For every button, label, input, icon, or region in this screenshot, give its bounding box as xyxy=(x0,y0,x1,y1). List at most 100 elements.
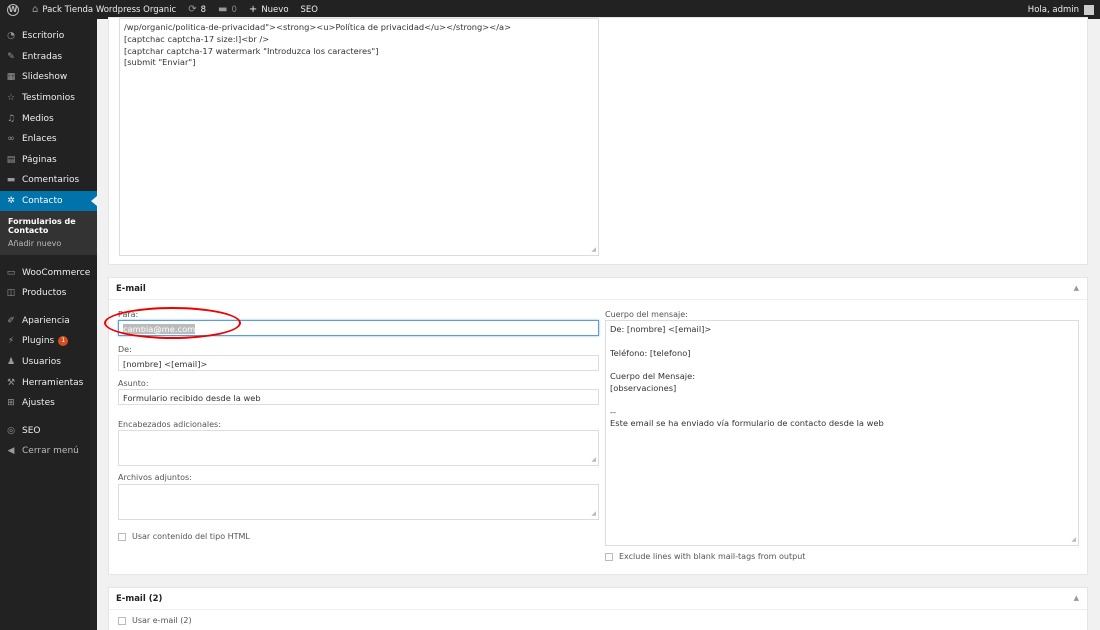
body-line: Teléfono: [telefono] xyxy=(610,347,691,358)
email2-box: E-mail (2) ▲ Usar e-mail (2) xyxy=(108,587,1088,630)
site-name: Pack Tienda Wordpress Organic xyxy=(42,4,177,15)
sidebar-item-herramientas[interactable]: ⚒ Herramientas xyxy=(0,372,97,393)
comment-icon: ▬ xyxy=(218,4,228,15)
sidebar-item-label: Contacto xyxy=(22,196,63,207)
email-title: E-mail xyxy=(116,283,146,294)
email2-box-title[interactable]: E-mail (2) ▲ xyxy=(109,588,1087,610)
collapse-arrow-icon[interactable]: ▲ xyxy=(1074,594,1079,602)
sidebar-item-label: Usuarios xyxy=(22,357,61,368)
subject-label: Asunto: xyxy=(118,379,149,388)
sidebar-item-label: Productos xyxy=(22,288,67,299)
update-count-badge: 1 xyxy=(58,336,69,347)
sidebar-item-medios[interactable]: ♫ Medios xyxy=(0,108,97,129)
sidebar-item-label: SEO xyxy=(22,425,41,436)
sidebar-item-seo[interactable]: ◎ SEO xyxy=(0,421,97,442)
sidebar-item-cerrar-menú[interactable]: ◀ Cerrar menú xyxy=(0,441,97,462)
plus-icon: + xyxy=(248,4,258,15)
brush-icon: ✐ xyxy=(7,315,15,326)
body-line xyxy=(610,359,1074,371)
resize-grip-icon[interactable]: ◢ xyxy=(1071,536,1076,543)
sidebar-item-label: Testimonios xyxy=(22,93,75,104)
resize-grip-icon[interactable]: ◢ xyxy=(591,510,596,517)
resize-grip-icon[interactable]: ◢ xyxy=(591,246,596,253)
html-content-checkbox[interactable]: Usar contenido del tipo HTML xyxy=(118,532,250,541)
collapse-icon: ◀ xyxy=(7,446,15,457)
body-line xyxy=(610,395,1074,407)
html-content-label: Usar contenido del tipo HTML xyxy=(132,532,250,541)
comments-count: 0 xyxy=(231,4,237,15)
sidebar-item-slideshow[interactable]: ▦ Slideshow xyxy=(0,67,97,88)
sidebar-item-label: Cerrar menú xyxy=(22,446,79,457)
checkbox-box[interactable] xyxy=(605,552,613,561)
checkbox-box[interactable] xyxy=(118,616,126,625)
sidebar-item-productos[interactable]: ◫ Productos xyxy=(0,283,97,304)
sidebar-item-entradas[interactable]: ✎ Entradas xyxy=(0,47,97,68)
body-textarea[interactable]: De: [nombre] <[email]> Teléfono: [telefo… xyxy=(605,320,1079,546)
checkbox-box[interactable] xyxy=(118,532,126,541)
collapse-arrow-icon[interactable]: ▲ xyxy=(1074,284,1079,292)
resize-grip-icon[interactable]: ◢ xyxy=(591,456,596,463)
attachments-label: Archivos adjuntos: xyxy=(118,473,192,482)
slideshow-icon: ▦ xyxy=(6,72,16,83)
body-line: De: [nombre] <[email]> xyxy=(610,324,712,334)
sidebar-item-usuarios[interactable]: ♟ Usuarios xyxy=(0,352,97,373)
form-code-textarea[interactable]: /wp/organic/politica-de-privacidad"><str… xyxy=(119,18,599,256)
gear-icon: ✲ xyxy=(7,196,15,207)
subject-field[interactable]: Formulario recibido desde la web xyxy=(118,389,599,405)
sidebar-item-label: Slideshow xyxy=(22,72,68,83)
body-line: -- xyxy=(610,406,616,417)
email-box: E-mail ▲ Para: cambia@me.com De: [nombre… xyxy=(108,277,1088,575)
sidebar-item-ajustes[interactable]: ⊞ Ajustes xyxy=(0,393,97,414)
sidebar-item-label: Herramientas xyxy=(22,377,84,388)
body-line: Este email se ha enviado vía formulario … xyxy=(610,418,884,429)
sidebar-item-label: Escritorio xyxy=(22,31,65,42)
media-icon: ♫ xyxy=(6,113,16,124)
form-code-line: [captchac captcha-17 size:l]<br /> xyxy=(124,33,270,44)
headers-textarea[interactable]: ◢ xyxy=(118,430,599,466)
sidebar-item-label: Medios xyxy=(22,113,54,124)
avatar xyxy=(1084,4,1094,15)
sidebar-item-testimonios[interactable]: ☆ Testimonios xyxy=(0,88,97,109)
form-code-line: /wp/organic/politica-de-privacidad"><str… xyxy=(124,22,512,32)
form-code-line: [captchar captcha-17 watermark "Introduz… xyxy=(124,45,379,56)
sidebar-item-páginas[interactable]: ▤ Páginas xyxy=(0,150,97,171)
products-icon: ◫ xyxy=(6,288,16,299)
sidebar-item-enlaces[interactable]: ∞ Enlaces xyxy=(0,129,97,150)
updates-count: 8 xyxy=(200,4,207,15)
email2-title: E-mail (2) xyxy=(116,593,163,604)
star-icon: ☆ xyxy=(6,93,16,104)
sidebar-item-woocommerce[interactable]: ▭ WooCommerce xyxy=(0,262,97,283)
from-label: De: xyxy=(118,345,132,354)
sidebar-item-contacto[interactable]: ✲ Contacto xyxy=(0,190,97,212)
greeting: Hola, admin xyxy=(1027,4,1079,15)
sidebar-item-label: Plugins xyxy=(22,336,55,347)
sidebar-item-comentarios[interactable]: ▬ Comentarios xyxy=(0,170,97,191)
sidebar-item-label: WooCommerce xyxy=(22,267,91,278)
attachments-textarea[interactable]: ◢ xyxy=(118,484,599,520)
wrench-icon: ⚒ xyxy=(6,377,16,388)
submenu-item-anadir-nuevo[interactable]: Añadir nuevo xyxy=(0,237,97,250)
seo-icon: ◎ xyxy=(7,425,15,436)
exclude-blank-label: Exclude lines with blank mail-tags from … xyxy=(619,552,806,561)
sidebar-item-plugins[interactable]: ⚡ Plugins 1 xyxy=(0,331,97,352)
comments-icon: ▬ xyxy=(6,175,16,186)
sidebar-item-label: Enlaces xyxy=(22,134,57,145)
wordpress-logo-icon[interactable]: W xyxy=(0,0,26,19)
sidebar-item-apariencia[interactable]: ✐ Apariencia xyxy=(0,311,97,332)
use-email2-checkbox[interactable]: Usar e-mail (2) xyxy=(118,616,192,625)
submenu-item-formularios[interactable]: Formularios de Contacto xyxy=(0,215,97,237)
body-line xyxy=(610,336,1074,348)
body-label: Cuerpo del mensaje: xyxy=(605,310,688,319)
form-editor-box: /wp/organic/politica-de-privacidad"><str… xyxy=(108,17,1088,265)
users-icon: ♟ xyxy=(6,357,16,368)
contacto-submenu: Formularios de Contacto Añadir nuevo xyxy=(0,211,97,256)
sidebar-item-escritorio[interactable]: ◔ Escritorio xyxy=(0,26,97,47)
pin-icon: ✎ xyxy=(7,51,15,62)
email-box-title[interactable]: E-mail ▲ xyxy=(109,278,1087,300)
exclude-blank-checkbox[interactable]: Exclude lines with blank mail-tags from … xyxy=(605,552,805,561)
sidebar-item-label: Páginas xyxy=(22,154,57,165)
body-line: [observaciones] xyxy=(610,382,677,393)
admin-sidebar: ◔ Escritorio ✎ Entradas ▦ Slideshow ☆ Testimoni… xyxy=(0,19,97,630)
woocommerce-icon: ▭ xyxy=(6,267,16,278)
from-field[interactable]: [nombre] <[email]> xyxy=(118,355,599,371)
